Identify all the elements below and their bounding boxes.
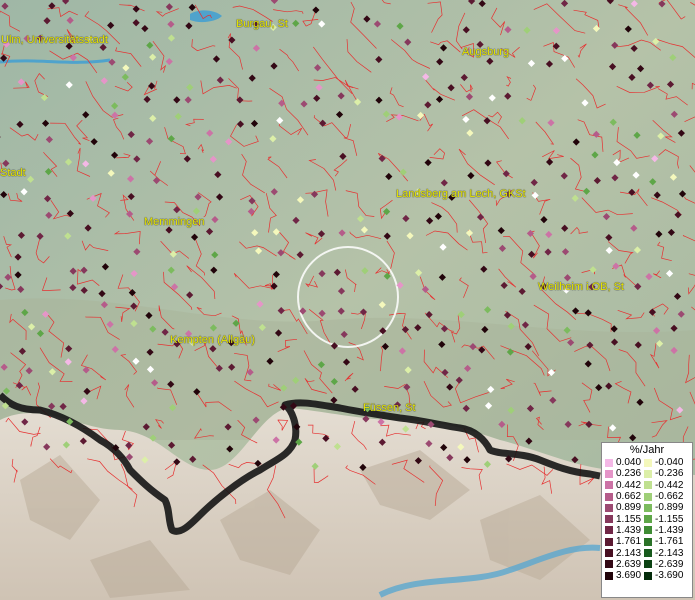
legend-item: -0.899	[644, 502, 683, 513]
legend-positive-column: 0.040 0.236 0.442 0.662 0.899 1.155 1.439 1.761…	[605, 457, 641, 581]
legend-value: 3.690	[616, 570, 642, 582]
legend-item: -0.662	[644, 491, 683, 502]
legend-value: 1.761	[616, 536, 642, 548]
legend-swatch	[605, 481, 613, 490]
legend-value: 1.155	[616, 513, 642, 525]
legend-value: -0.236	[655, 468, 684, 480]
legend-swatch	[644, 481, 653, 490]
legend-value: 0.442	[616, 479, 642, 491]
legend-item: -0.442	[644, 480, 683, 491]
legend-swatch	[605, 469, 613, 478]
legend-item: 1.155	[605, 513, 642, 525]
legend-swatch	[605, 537, 613, 546]
legend-item: 0.040	[605, 457, 641, 468]
legend-item: 1.761	[605, 536, 641, 547]
legend-value: 2.143	[616, 547, 642, 559]
legend-swatch	[644, 515, 653, 524]
legend-negative-column: -0.040 -0.236 -0.442 -0.662 -0.899 -1.155 -1.4…	[644, 457, 683, 581]
legend-item: 0.236	[605, 468, 641, 479]
legend-value: 0.899	[616, 502, 642, 514]
legend-item: -1.155	[644, 513, 684, 525]
legend-item: -2.639	[644, 559, 683, 570]
legend-value: -1.761	[655, 536, 684, 548]
map-view[interactable]: Ulm, Universitätsstadt Burgau, St Augsbu…	[0, 0, 695, 600]
legend-item: -3.690	[644, 570, 683, 581]
legend: %/Jahr 0.040 0.236 0.442 0.662 0.899 1.155 1.4…	[601, 442, 693, 598]
legend-swatch	[605, 526, 613, 535]
legend-swatch	[644, 526, 653, 535]
legend-item: -0.236	[644, 468, 683, 479]
legend-value: -0.442	[655, 479, 684, 491]
legend-swatch	[605, 560, 613, 569]
legend-item: 0.662	[605, 491, 641, 502]
legend-swatch	[605, 458, 613, 467]
legend-item: -1.439	[644, 525, 683, 536]
legend-title: %/Jahr	[629, 444, 665, 456]
legend-item: 0.442	[605, 480, 641, 491]
legend-value: -0.662	[655, 491, 684, 503]
legend-swatch	[644, 549, 653, 558]
legend-item: -1.761	[644, 536, 683, 547]
legend-value: -3.690	[655, 570, 684, 582]
legend-swatch	[644, 469, 653, 478]
legend-item: 2.639	[605, 559, 641, 570]
legend-swatch	[605, 503, 613, 512]
legend-item: -2.143	[644, 547, 684, 559]
legend-item: 2.143	[605, 547, 642, 559]
legend-swatch	[644, 537, 653, 546]
legend-item: 0.899	[605, 502, 641, 513]
legend-swatch	[644, 458, 653, 467]
legend-value: 0.040	[616, 457, 642, 469]
legend-swatch	[644, 492, 653, 501]
legend-value: -1.155	[655, 513, 684, 525]
legend-item: 1.439	[605, 525, 641, 536]
legend-value: 2.639	[616, 558, 642, 570]
legend-value: -0.040	[655, 457, 684, 469]
legend-value: -1.439	[655, 524, 684, 536]
legend-value: 0.662	[616, 491, 642, 503]
legend-swatch	[605, 571, 613, 580]
legend-value: -2.639	[655, 558, 684, 570]
map-canvas[interactable]	[0, 0, 695, 600]
legend-swatch	[644, 560, 653, 569]
legend-item: -0.040	[644, 457, 683, 468]
legend-swatch	[644, 503, 653, 512]
legend-swatch	[605, 549, 613, 558]
legend-value: 1.439	[616, 524, 642, 536]
legend-item: 3.690	[605, 570, 641, 581]
legend-swatch	[605, 492, 613, 501]
legend-value: 0.236	[616, 468, 642, 480]
legend-value: -2.143	[655, 547, 684, 559]
river-danube	[0, 58, 111, 64]
legend-value: -0.899	[655, 502, 684, 514]
legend-swatch	[644, 571, 653, 580]
legend-swatch	[605, 515, 613, 524]
